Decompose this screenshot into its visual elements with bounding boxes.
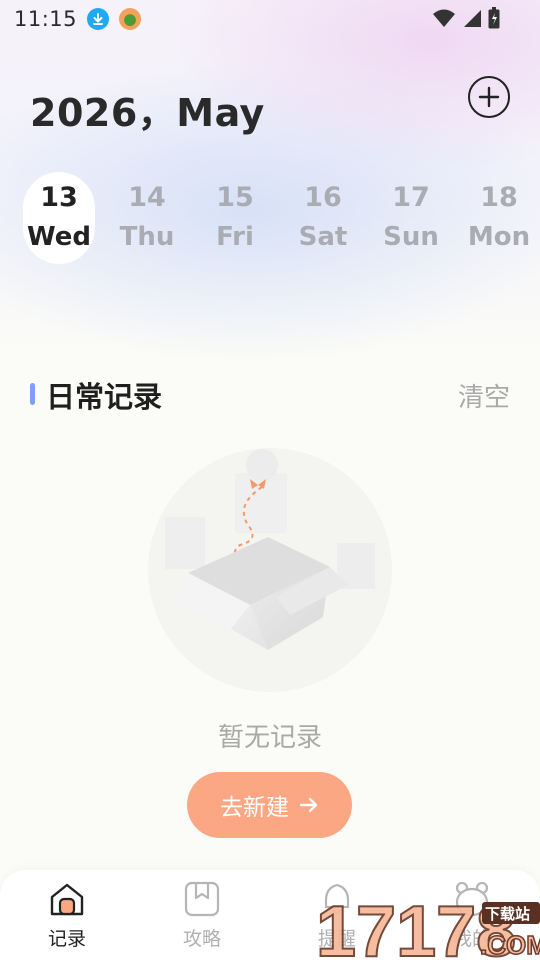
day-number: 16 (304, 182, 342, 213)
bookmark-icon (184, 881, 220, 917)
day-number: 14 (128, 182, 166, 213)
create-new-button[interactable]: 去新建 (187, 772, 352, 838)
app-notification-icon (119, 8, 142, 30)
nav-label: 攻略 (182, 928, 221, 950)
watermark-site: 下载站 (485, 905, 530, 923)
wifi-icon (433, 9, 455, 27)
download-notification-icon (87, 8, 110, 30)
day-weekday: Fri (216, 222, 254, 252)
create-new-label: 去新建 (220, 795, 289, 821)
day-weekday: Wed (27, 222, 91, 252)
section-accent-bar (30, 383, 35, 405)
arrow-right-icon (299, 797, 318, 813)
day-number: 13 (40, 182, 78, 213)
day-item-16[interactable]: 16 Sat (287, 172, 359, 264)
section-title: 日常记录 (46, 380, 163, 414)
status-bar: 11:15 (0, 0, 540, 38)
day-number: 15 (216, 182, 254, 213)
cell-signal-icon (464, 10, 481, 27)
status-time: 11:15 (14, 7, 78, 31)
plus-icon (478, 86, 500, 108)
day-item-15[interactable]: 15 Fri (199, 172, 271, 264)
empty-state-text: 暂无记录 (217, 723, 322, 753)
nav-item-guide[interactable]: 攻略 (157, 880, 247, 956)
site-watermark: 17178 下载站 .COM (315, 891, 540, 960)
day-item-14[interactable]: 14 Thu (111, 172, 183, 264)
nav-item-record[interactable]: 记录 (22, 880, 112, 956)
nav-label: 记录 (47, 928, 86, 950)
empty-box-illustration (148, 448, 392, 692)
day-weekday: Sat (298, 222, 348, 252)
day-number: 18 (480, 182, 518, 213)
page-title: 2026，May (30, 91, 265, 135)
day-item-18[interactable]: 18 Mon (463, 172, 535, 264)
day-weekday: Mon (467, 222, 531, 252)
day-weekday: Sun (383, 222, 439, 252)
watermark-suffix: .COM (480, 930, 540, 960)
battery-icon (488, 7, 500, 29)
add-record-button[interactable] (468, 76, 510, 118)
status-indicators (432, 7, 500, 29)
clear-button[interactable]: 清空 (458, 377, 510, 414)
day-item-17[interactable]: 17 Sun (375, 172, 447, 264)
home-icon (50, 883, 84, 916)
day-number: 17 (392, 182, 430, 213)
day-item-13[interactable]: 13 Wed (23, 172, 95, 264)
day-weekday: Thu (119, 222, 175, 252)
